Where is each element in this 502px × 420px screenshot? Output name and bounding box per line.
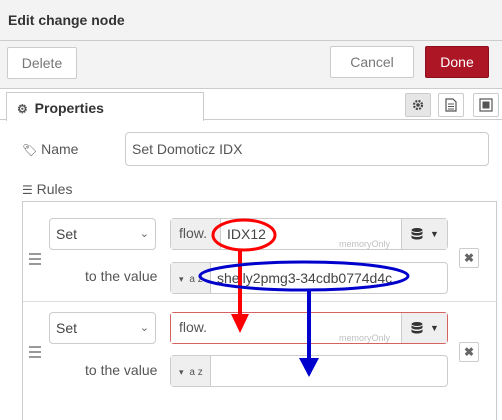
dialog-header: Edit change node (0, 0, 502, 41)
context-store-button[interactable]: ▼ (401, 219, 447, 249)
to-value-label: to the value (85, 268, 158, 284)
caret-down-icon: ▼ (430, 229, 439, 239)
caret-down-icon: ▾ (179, 367, 184, 377)
string-type-icon: a z (189, 367, 203, 378)
caret-down-icon: ▾ (179, 274, 184, 284)
tab-settings-icon-button[interactable] (405, 93, 431, 117)
drag-handle-icon[interactable] (29, 253, 41, 268)
context-store-label: memoryOnly (339, 333, 391, 343)
database-icon (411, 322, 423, 334)
tab-properties[interactable]: ⚙ Properties (6, 92, 204, 121)
name-input[interactable]: Set Domoticz IDX (125, 132, 489, 166)
rule-action-select[interactable]: Set ⌄ (49, 218, 156, 250)
gear-icon: ⚙ (17, 102, 28, 116)
drag-handle-icon[interactable] (29, 346, 41, 361)
file-text-icon (445, 98, 457, 112)
database-icon (411, 228, 423, 240)
value-text[interactable]: shelly2pmg3-34cdb0774d4c (217, 270, 392, 286)
rule-action-value: Set (56, 320, 78, 336)
target-type-label: flow. (179, 319, 208, 335)
name-label: Name (41, 141, 79, 157)
done-button[interactable]: Done (425, 46, 489, 78)
delete-button[interactable]: Delete (7, 47, 77, 79)
object-group-icon (479, 98, 493, 112)
context-store-button[interactable]: ▼ (401, 313, 447, 343)
chevron-down-icon: ⌄ (139, 322, 149, 334)
target-type-button[interactable]: flow. (171, 313, 221, 343)
value-type-button[interactable]: ▾ a z (171, 356, 211, 386)
rules-label: Rules (36, 181, 73, 197)
remove-rule-button[interactable]: ✖ (459, 248, 479, 268)
chevron-down-icon: ⌄ (139, 228, 149, 240)
tab-properties-label: Properties (34, 100, 104, 116)
target-value[interactable]: IDX12 (227, 226, 266, 242)
target-type-button[interactable]: flow. (171, 219, 221, 249)
tag-icon: 🏷 (22, 143, 38, 157)
rule-value-input[interactable]: ▾ a z (170, 355, 448, 387)
target-type-label: flow. (179, 225, 208, 241)
list-icon: ☰ (22, 183, 33, 197)
cancel-button[interactable]: Cancel (330, 46, 414, 78)
close-icon: ✖ (463, 251, 475, 265)
close-icon: ✖ (463, 345, 475, 359)
to-value-label: to the value (85, 362, 158, 378)
tab-appearance-icon-button[interactable] (473, 93, 499, 117)
rule-target-input[interactable]: flow. IDX12 memoryOnly ▼ (170, 218, 448, 250)
name-label-row: 🏷 Name (22, 141, 78, 157)
value-type-button[interactable]: ▾ a z (171, 263, 211, 293)
rule-value-input[interactable]: ▾ a z shelly2pmg3-34cdb0774d4c (170, 262, 448, 294)
rule-target-input[interactable]: flow. memoryOnly ▼ (170, 312, 448, 344)
remove-rule-button[interactable]: ✖ (459, 342, 479, 362)
rule-divider (23, 301, 497, 302)
string-type-icon: a z (189, 274, 203, 285)
dialog-title: Edit change node (8, 12, 125, 28)
tab-description-icon-button[interactable] (438, 93, 464, 117)
context-store-label: memoryOnly (339, 239, 391, 249)
rule-action-select[interactable]: Set ⌄ (49, 312, 156, 344)
rule-action-value: Set (56, 226, 78, 242)
gear-icon (412, 99, 424, 111)
caret-down-icon: ▼ (430, 323, 439, 333)
rules-label-row: ☰ Rules (22, 181, 72, 197)
